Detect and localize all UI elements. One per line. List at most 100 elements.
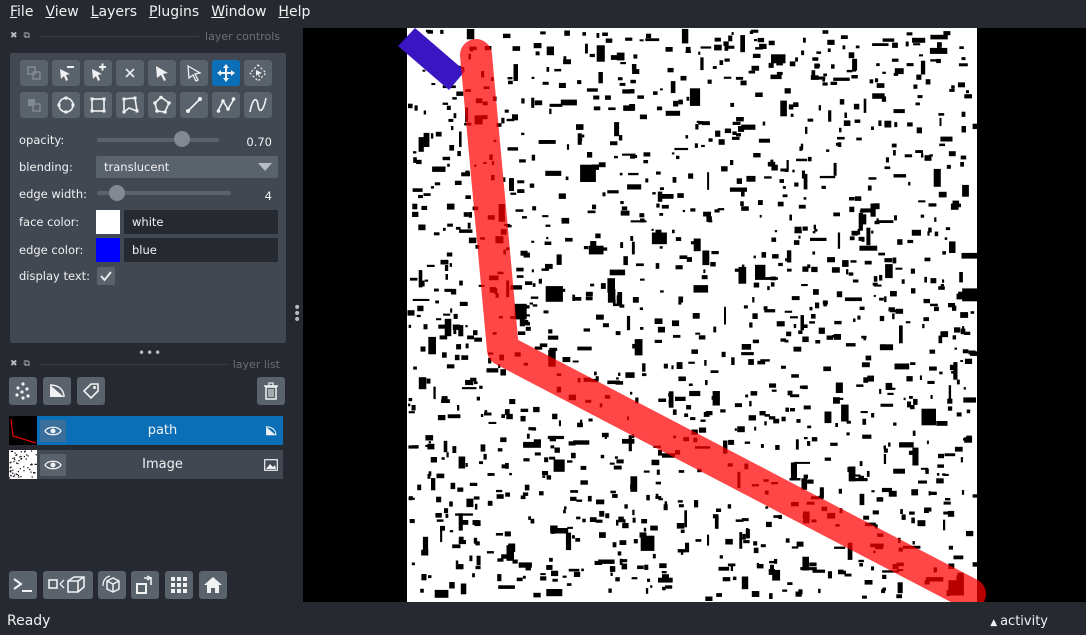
edge-color-swatch[interactable] bbox=[96, 238, 120, 262]
edge-color-label: edge color: bbox=[19, 243, 84, 257]
divider bbox=[39, 363, 227, 365]
face-color-value: white bbox=[132, 215, 164, 229]
menu-layers-mnemonic: L bbox=[90, 4, 99, 20]
viewer-canvas[interactable] bbox=[303, 28, 1086, 602]
add-polygon-lasso-button[interactable] bbox=[148, 92, 176, 118]
transform-button[interactable] bbox=[244, 60, 272, 86]
add-polyline-button[interactable] bbox=[244, 92, 272, 118]
vertex-remove-button[interactable] bbox=[52, 60, 80, 86]
shapes-icon bbox=[259, 424, 283, 438]
dock-splitter-handle[interactable]: • • • bbox=[293, 301, 301, 327]
2d-3d-toggle-icon bbox=[48, 576, 85, 593]
delete-layer-button[interactable] bbox=[257, 377, 285, 405]
menu-help[interactable]: Help bbox=[272, 4, 316, 20]
opacity-slider[interactable] bbox=[97, 138, 219, 142]
menu-plugins-rest: lugins bbox=[157, 4, 200, 20]
add-polygon-button[interactable] bbox=[116, 92, 144, 118]
layer-visibility-toggle[interactable] bbox=[40, 419, 66, 442]
face-color-field[interactable]: white bbox=[124, 210, 278, 234]
select-arrow-icon bbox=[156, 66, 168, 81]
move-back-button[interactable] bbox=[20, 92, 48, 118]
console-button[interactable] bbox=[9, 571, 37, 599]
status-text: Ready bbox=[7, 613, 51, 629]
grid-view-button[interactable] bbox=[165, 571, 193, 599]
layer-controls-dock-title: ✖ ⧉ layer controls bbox=[10, 29, 280, 43]
blending-value: translucent bbox=[104, 160, 170, 174]
vertex-remove-icon bbox=[60, 66, 74, 81]
new-shapes-layer-button[interactable] bbox=[43, 377, 71, 405]
rectangle-icon bbox=[90, 97, 106, 113]
layer-row-path[interactable]: path bbox=[9, 416, 283, 445]
menu-file-rest: ile bbox=[17, 4, 34, 20]
terminal-icon bbox=[13, 578, 32, 592]
dock-float-icon[interactable]: ⧉ bbox=[24, 359, 30, 369]
layer-thumbnail bbox=[9, 450, 37, 479]
menu-plugins[interactable]: Plugins bbox=[143, 4, 205, 20]
layer-list-dock-title: ✖ ⧉ layer list bbox=[10, 357, 280, 371]
shapes-icon bbox=[49, 384, 65, 398]
chevron-up-icon: ▲ bbox=[990, 617, 1001, 628]
layer-name[interactable]: Image bbox=[66, 457, 259, 472]
activity-button[interactable]: ▲ activity bbox=[990, 614, 1048, 629]
home-icon bbox=[204, 577, 222, 593]
activity-label: activity bbox=[1000, 613, 1048, 629]
chevron-down-icon bbox=[258, 163, 272, 171]
layer-name[interactable]: path bbox=[66, 423, 259, 438]
menu-layers[interactable]: Layers bbox=[85, 4, 143, 20]
delete-shape-button[interactable] bbox=[116, 60, 144, 86]
new-labels-layer-button[interactable] bbox=[77, 377, 105, 405]
new-points-layer-button[interactable] bbox=[9, 377, 37, 405]
dock-float-icon[interactable]: ⧉ bbox=[24, 31, 30, 41]
menu-file[interactable]: File bbox=[4, 4, 39, 20]
add-ellipse-button[interactable] bbox=[52, 92, 80, 118]
canvas-render bbox=[398, 28, 988, 602]
menu-help-rest: elp bbox=[288, 4, 311, 20]
polygon-icon bbox=[122, 96, 139, 114]
rotate-select-icon bbox=[249, 64, 267, 82]
menu-layers-rest: ayers bbox=[98, 4, 138, 20]
menu-view[interactable]: View bbox=[39, 4, 84, 20]
layer-visibility-toggle[interactable] bbox=[40, 453, 66, 476]
close-icon bbox=[125, 68, 135, 78]
path-icon bbox=[216, 97, 236, 113]
transform-icon bbox=[27, 66, 41, 80]
reset-view-button[interactable] bbox=[199, 571, 227, 599]
ndisplay-toggle-button[interactable] bbox=[43, 571, 93, 599]
dock-close-icon[interactable]: ✖ bbox=[10, 31, 18, 41]
menu-window[interactable]: Window bbox=[205, 4, 272, 20]
edge-color-value: blue bbox=[132, 243, 157, 257]
pan-zoom-button[interactable] bbox=[212, 60, 240, 86]
select-vertices-button[interactable] bbox=[180, 60, 208, 86]
cube-rotate-icon bbox=[102, 575, 120, 593]
vertex-insert-button[interactable] bbox=[84, 60, 112, 86]
layer-controls-panel: opacity: 0.70 blending: translucent edge… bbox=[10, 53, 286, 343]
image-icon bbox=[259, 458, 283, 471]
edge-color-field[interactable]: blue bbox=[124, 238, 278, 262]
menu-window-rest: indow bbox=[224, 4, 267, 20]
add-line-button[interactable] bbox=[180, 92, 208, 118]
add-rectangle-button[interactable] bbox=[84, 92, 112, 118]
ellipse-icon bbox=[57, 96, 75, 114]
menu-help-mnemonic: H bbox=[278, 4, 289, 20]
trash-icon bbox=[264, 382, 278, 400]
dock-close-icon[interactable]: ✖ bbox=[10, 359, 18, 369]
move-icon bbox=[217, 64, 235, 82]
roll-dimensions-button[interactable] bbox=[98, 571, 126, 599]
display-text-label: display text: bbox=[19, 269, 91, 283]
opacity-slider-handle[interactable] bbox=[174, 131, 191, 147]
display-text-checkbox[interactable] bbox=[97, 267, 115, 285]
edge-width-slider-handle[interactable] bbox=[109, 185, 125, 201]
shape-transform-button[interactable] bbox=[20, 60, 48, 86]
checkmark-icon bbox=[100, 271, 112, 282]
blending-label: blending: bbox=[19, 160, 73, 174]
vertex-insert-icon bbox=[92, 63, 106, 81]
blending-select[interactable]: translucent bbox=[96, 156, 278, 178]
add-path-button[interactable] bbox=[212, 92, 240, 118]
layer-controls-title: layer controls bbox=[205, 29, 280, 43]
layer-row-image[interactable]: Image bbox=[9, 450, 283, 479]
label-tag-icon bbox=[82, 383, 99, 400]
face-color-swatch[interactable] bbox=[96, 210, 120, 234]
select-shapes-button[interactable] bbox=[148, 60, 176, 86]
transpose-button[interactable] bbox=[131, 571, 159, 599]
eye-icon bbox=[44, 426, 62, 435]
